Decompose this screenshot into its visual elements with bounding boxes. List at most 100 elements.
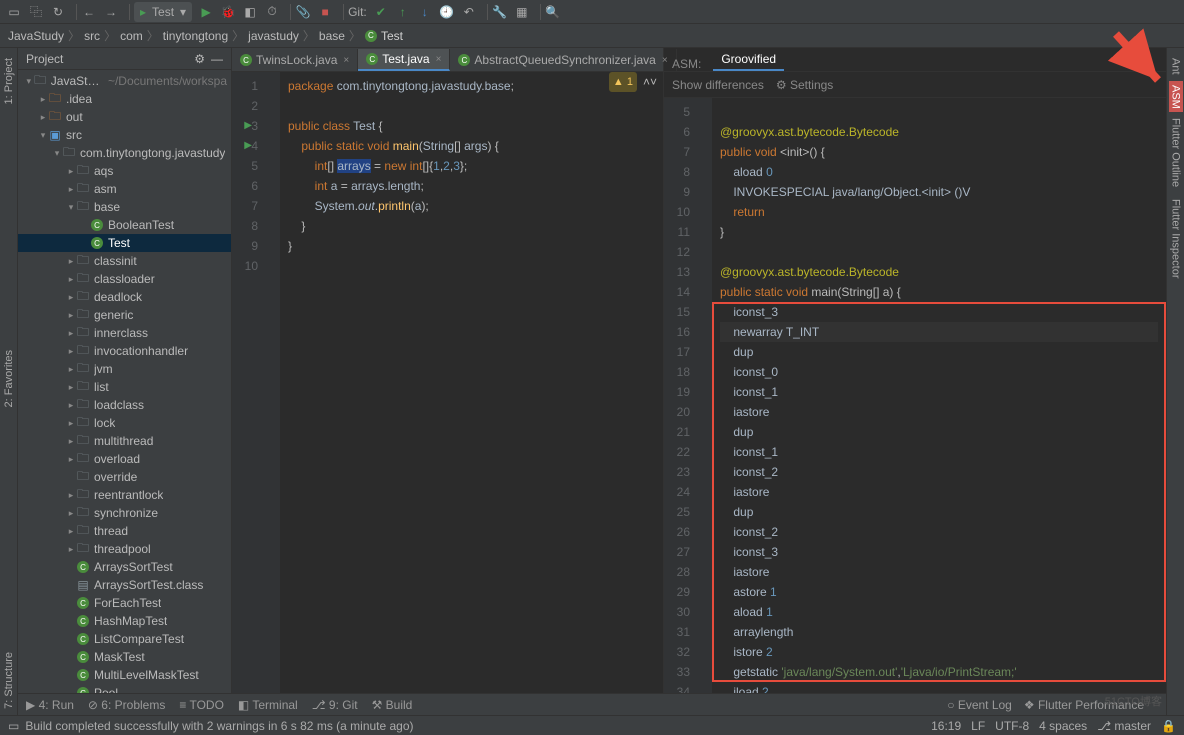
tree-item[interactable]: ▸🗀invocationhandler <box>18 342 231 360</box>
tree-item[interactable]: ▸🗀loadclass <box>18 396 231 414</box>
inspection-widget[interactable]: ▲ 1 ˄ ˅ <box>609 72 657 92</box>
attach-button[interactable]: 📎 <box>295 4 311 20</box>
line-ending[interactable]: LF <box>971 719 985 733</box>
tree-item[interactable]: CHashMapTest <box>18 612 231 630</box>
hide-icon[interactable]: — <box>211 52 223 66</box>
tool-button[interactable]: ⚒ Build <box>372 698 413 712</box>
caret-position[interactable]: 16:19 <box>931 719 961 733</box>
stripe-button[interactable]: Flutter Inspector <box>1170 193 1182 284</box>
show-diff-link[interactable]: Show differences <box>672 78 764 92</box>
git-pull-icon[interactable]: ↓ <box>417 4 433 20</box>
tree-item[interactable]: ▸🗀synchronize <box>18 504 231 522</box>
breadcrumb-item[interactable]: src <box>84 29 100 43</box>
code-lines[interactable]: ▲ 1 ˄ ˅ package com.tinytongtong.javastu… <box>280 72 663 715</box>
breadcrumb-item[interactable]: com <box>120 29 143 43</box>
lock-icon[interactable]: 🔒 <box>1161 719 1176 733</box>
tool-button[interactable]: ⊘ 6: Problems <box>88 698 165 712</box>
stripe-button[interactable]: 7: Structure <box>3 646 15 715</box>
settings-icon[interactable]: 🔧 <box>492 4 508 20</box>
tree-item[interactable]: CListCompareTest <box>18 630 231 648</box>
git-commit-icon[interactable]: ✔ <box>373 4 389 20</box>
sync-icon[interactable]: ↻ <box>50 4 66 20</box>
editor-tab[interactable]: CTest.java× <box>358 49 450 71</box>
editor-tab[interactable]: CTwinsLock.java× <box>232 49 358 71</box>
tree-item[interactable]: ▸🗀jvm <box>18 360 231 378</box>
bytecode-lines[interactable]: @groovyx.ast.bytecode.Bytecodepublic voi… <box>712 98 1166 715</box>
search-icon[interactable]: 🔍 <box>545 4 561 20</box>
asm-tabs[interactable]: ASM: BytecodeASMifiedGroovified <box>664 48 1166 72</box>
bottom-tool-buttons[interactable]: ▶ 4: Run ⊘ 6: Problems ≡ TODO ◧ Terminal ⎇ 9… <box>18 693 1166 715</box>
tree-item[interactable]: CMaskTest <box>18 648 231 666</box>
tree-item[interactable]: 🗀override <box>18 468 231 486</box>
asm-settings-link[interactable]: ⚙ Settings <box>776 78 833 92</box>
tool-button[interactable]: ○ Event Log <box>947 698 1012 712</box>
editor-tabs[interactable]: CTwinsLock.java×CTest.java×CAbstractQueu… <box>232 48 663 72</box>
tree-item[interactable]: ▸🗀innerclass <box>18 324 231 342</box>
stripe-button[interactable]: 2: Favorites <box>3 344 15 413</box>
save-icon[interactable]: ▭ <box>6 4 22 20</box>
git-push-icon[interactable]: ↑ <box>395 4 411 20</box>
tree-item[interactable]: ▸🗀generic <box>18 306 231 324</box>
tree-item[interactable]: ▸🗀out <box>18 108 231 126</box>
git-revert-icon[interactable]: ↶ <box>461 4 477 20</box>
tree-item[interactable]: ▸🗀classloader <box>18 270 231 288</box>
stripe-button[interactable]: 1: Project <box>3 52 15 110</box>
asm-tab[interactable]: Groovified <box>713 49 784 71</box>
tree-item[interactable]: ▸🗀multithread <box>18 432 231 450</box>
tree-item[interactable]: CArraysSortTest <box>18 558 231 576</box>
breadcrumb-item[interactable]: tinytongtong <box>163 29 228 43</box>
coverage-button[interactable]: ◧ <box>242 4 258 20</box>
tool-button[interactable]: ◧ Terminal <box>238 698 298 712</box>
tree-item[interactable]: ▸🗀overload <box>18 450 231 468</box>
breadcrumb-item[interactable]: base <box>319 29 345 43</box>
tool-button[interactable]: ≡ TODO <box>179 698 224 712</box>
tree-item[interactable]: ▸🗀aqs <box>18 162 231 180</box>
git-branch[interactable]: ⎇ master <box>1097 719 1151 733</box>
tree-item[interactable]: ▾🗀com.tinytongtong.javastudy <box>18 144 231 162</box>
indent[interactable]: 4 spaces <box>1039 719 1087 733</box>
tree-item[interactable]: ▾🗀JavaStudy~/Documents/workspa <box>18 72 231 90</box>
tool-button[interactable]: ▶ 4: Run <box>26 698 74 712</box>
profile-button[interactable]: ⏱ <box>264 4 280 20</box>
gear-icon[interactable]: ⚙ <box>194 52 205 66</box>
tree-item[interactable]: ▸🗀list <box>18 378 231 396</box>
bytecode-editor[interactable]: 5678910111213141516171819202122232425262… <box>664 98 1166 715</box>
tree-item[interactable]: ▸🗀thread <box>18 522 231 540</box>
editor-tab[interactable]: CAbstractQueuedSynchronizer.java× <box>450 49 676 71</box>
tree-item[interactable]: ▸🗀asm <box>18 180 231 198</box>
breadcrumb-item[interactable]: javastudy <box>248 29 299 43</box>
tool-button[interactable]: ⎇ 9: Git <box>312 698 358 712</box>
tree-item[interactable]: ▾🗀base <box>18 198 231 216</box>
tree-item[interactable]: CForEachTest <box>18 594 231 612</box>
project-panel-header[interactable]: Project ⚙ — <box>18 48 231 70</box>
tree-item[interactable]: CBooleanTest <box>18 216 231 234</box>
breadcrumb-item[interactable]: CTest <box>365 29 403 43</box>
tree-item[interactable]: ▾▣src <box>18 126 231 144</box>
run-config-selector[interactable]: ▸ Test ▾ <box>134 2 192 22</box>
tree-item[interactable]: ▸🗀classinit <box>18 252 231 270</box>
tree-item[interactable]: ▸🗀reentrantlock <box>18 486 231 504</box>
status-icon[interactable]: ▭ <box>8 719 19 733</box>
tree-item[interactable]: ▸🗀threadpool <box>18 540 231 558</box>
stop-button[interactable]: ■ <box>317 4 333 20</box>
save-all-icon[interactable]: ⿻ <box>28 4 44 20</box>
tree-item[interactable]: ▸🗀.idea <box>18 90 231 108</box>
tree-item[interactable]: ▸🗀deadlock <box>18 288 231 306</box>
tree-item[interactable]: CMultiLevelMaskTest <box>18 666 231 684</box>
breadcrumb-item[interactable]: JavaStudy <box>8 29 64 43</box>
stripe-button[interactable]: Flutter Outline <box>1170 112 1182 193</box>
source-editor[interactable]: 123▶4▶5678910 ▲ 1 ˄ ˅ package com.tinyto… <box>232 72 663 715</box>
tree-item[interactable]: ▸🗀lock <box>18 414 231 432</box>
run-button[interactable]: ▶ <box>198 4 214 20</box>
forward-icon[interactable]: → <box>103 4 119 20</box>
git-history-icon[interactable]: 🕘 <box>439 4 455 20</box>
back-icon[interactable]: ← <box>81 4 97 20</box>
encoding[interactable]: UTF-8 <box>995 719 1029 733</box>
tree-item[interactable]: CTest <box>18 234 231 252</box>
debug-button[interactable]: 🐞 <box>220 4 236 20</box>
chevron-down-icon[interactable]: ˅ <box>650 72 657 92</box>
project-structure-icon[interactable]: ▦ <box>514 4 530 20</box>
tree-item[interactable]: ▤ArraysSortTest.class <box>18 576 231 594</box>
project-tree[interactable]: ▾🗀JavaStudy~/Documents/workspa▸🗀.idea▸🗀o… <box>18 70 231 715</box>
chevron-up-icon[interactable]: ˄ <box>643 72 650 92</box>
